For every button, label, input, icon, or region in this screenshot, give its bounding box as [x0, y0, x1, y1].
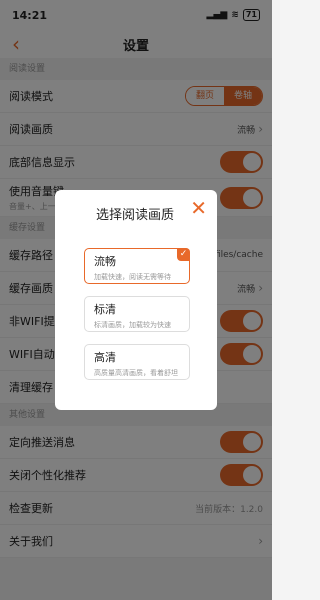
quality-option-smooth[interactable]: 流畅 加载快速，阅读无需等待 ✓	[84, 248, 190, 284]
check-icon: ✓	[177, 248, 190, 261]
option-desc: 加载快速，阅读无需等待	[94, 273, 171, 281]
quality-dialog: 选择阅读画质 ✕ 流畅 加载快速，阅读无需等待 ✓ 标清 标清画质，加载较为快速…	[55, 190, 217, 410]
option-name: 高清	[94, 351, 116, 364]
close-icon[interactable]: ✕	[190, 198, 207, 218]
option-name: 标清	[94, 303, 116, 316]
option-desc: 高质量高清画质，看着舒坦	[94, 369, 178, 377]
dialog-title: 选择阅读画质	[96, 208, 175, 223]
quality-option-hd[interactable]: 高清 高质量高清画质，看着舒坦	[84, 344, 190, 380]
quality-option-standard[interactable]: 标清 标清画质，加载较为快速	[84, 296, 190, 332]
option-name: 流畅	[94, 255, 116, 268]
option-desc: 标清画质，加载较为快速	[94, 321, 171, 329]
